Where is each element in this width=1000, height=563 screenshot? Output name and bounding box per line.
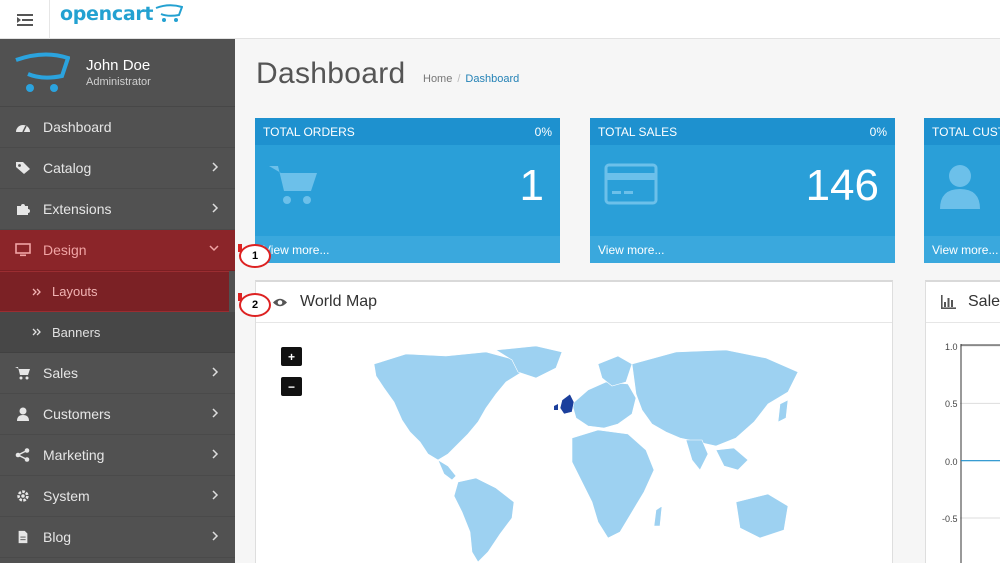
sidebar-item-label: Dashboard	[43, 119, 112, 135]
sidebar-item-dashboard[interactable]: Dashboard	[0, 107, 235, 148]
profile-name: John Doe	[86, 57, 151, 74]
sidebar-item-marketing[interactable]: Marketing	[0, 435, 235, 476]
sidebar-item-label: Sales	[43, 365, 79, 381]
tile-view-more-link[interactable]: View more...	[255, 236, 560, 263]
annotation-marker-1: 1	[239, 244, 271, 268]
chevron-right-icon	[212, 490, 219, 500]
tile-view-more-link[interactable]: View more...	[924, 236, 1000, 263]
annotation-marker-2: 2	[239, 293, 271, 317]
panel-title: Sale	[968, 293, 1000, 310]
tile-percent: 0%	[534, 124, 552, 139]
monitor-icon	[14, 242, 32, 258]
logo-cart-icon	[155, 4, 184, 22]
menu-toggle-icon	[16, 13, 33, 26]
world-map[interactable]	[336, 342, 816, 563]
cart-icon	[269, 166, 317, 204]
y-tick-label: 0.5	[945, 399, 958, 409]
sidebar-item-sales[interactable]: Sales	[0, 353, 235, 394]
panel-header: World Map	[256, 282, 892, 323]
sidebar-item-blog[interactable]: Blog	[0, 517, 235, 558]
cart-icon	[14, 365, 32, 381]
sidebar-subitem-banners[interactable]: Banners	[0, 312, 235, 353]
avatar	[15, 52, 70, 92]
tile-value: 1	[519, 161, 544, 210]
chevron-right-icon	[212, 162, 219, 172]
tile-total-customers: TOTAL CUST View more...	[924, 118, 1000, 263]
map-highlight-uk[interactable]	[559, 393, 575, 415]
sidebar-subitem-layouts[interactable]: Layouts	[0, 271, 229, 312]
top-header: opencart	[0, 0, 1000, 39]
y-axis	[960, 344, 1000, 563]
breadcrumb: Home / Dashboard	[423, 73, 519, 85]
profile-role: Administrator	[86, 76, 151, 88]
sidebar-item-label: Marketing	[43, 447, 105, 463]
y-tick-label: 0.0	[945, 457, 958, 467]
sidebar-subitem-label: Banners	[52, 324, 101, 340]
double-chevron-icon	[32, 328, 41, 336]
user-icon	[14, 406, 32, 422]
world-map-panel: World Map + −	[255, 280, 893, 563]
menu-toggle-button[interactable]	[0, 0, 50, 39]
chevron-right-icon	[212, 408, 219, 418]
sidebar-subitem-label: Layouts	[52, 284, 98, 299]
chevron-right-icon	[212, 531, 219, 541]
gear-icon	[14, 488, 32, 504]
sidebar-item-system[interactable]: System	[0, 476, 235, 517]
sidebar-item-label: Extensions	[43, 201, 112, 217]
sales-chart	[960, 344, 1000, 563]
tile-header: TOTAL CUST	[924, 118, 1000, 145]
tile-view-more-link[interactable]: View more...	[590, 236, 895, 263]
y-tick-label: -0.5	[942, 514, 958, 524]
panel-header: Sale	[926, 282, 1000, 323]
tile-header: TOTAL SALES 0%	[590, 118, 895, 145]
panel-title: World Map	[300, 293, 378, 310]
main-content: Dashboard Home / Dashboard TOTAL ORDERS 0%…	[235, 39, 1000, 563]
bar-chart-icon	[941, 295, 956, 309]
share-icon	[14, 447, 32, 463]
breadcrumb-separator: /	[457, 73, 461, 85]
breadcrumb-home[interactable]: Home	[423, 73, 452, 85]
y-tick-label: 1.0	[945, 342, 958, 352]
sales-panel: Sale 1.0 0.5 0.0 -0.5	[925, 280, 1000, 563]
tile-header: TOTAL ORDERS 0%	[255, 118, 560, 145]
sidebar-item-label: System	[43, 488, 90, 504]
credit-card-icon	[604, 163, 658, 205]
dashboard-icon	[14, 119, 32, 135]
sidebar-item-customers[interactable]: Customers	[0, 394, 235, 435]
user-icon	[940, 165, 980, 209]
tile-title: TOTAL CUST	[932, 124, 1000, 139]
tags-icon	[14, 160, 32, 176]
chevron-right-icon	[212, 367, 219, 377]
sidebar-item-label: Catalog	[43, 160, 92, 176]
tile-title: TOTAL SALES	[598, 124, 678, 139]
chevron-right-icon	[212, 203, 219, 213]
logo-text: opencart	[60, 3, 154, 25]
sidebar-item-catalog[interactable]: Catalog	[0, 148, 235, 189]
tile-title: TOTAL ORDERS	[263, 124, 355, 139]
sidebar-item-extensions[interactable]: Extensions	[0, 189, 235, 230]
sidebar-item-design[interactable]: Design	[0, 230, 235, 271]
document-icon	[14, 529, 32, 545]
tile-percent: 0%	[869, 124, 887, 139]
double-chevron-icon	[32, 288, 41, 295]
user-profile[interactable]: John Doe Administrator	[0, 39, 235, 107]
tile-value: 146	[805, 161, 879, 210]
chevron-down-icon	[209, 245, 219, 252]
chevron-right-icon	[212, 449, 219, 459]
tile-total-sales: TOTAL SALES 0% 146 View more...	[590, 118, 895, 263]
eye-icon	[273, 298, 287, 306]
map-zoom-out-button[interactable]: −	[281, 377, 302, 396]
tile-total-orders: TOTAL ORDERS 0% 1 View more...	[255, 118, 560, 263]
map-zoom-in-button[interactable]: +	[281, 347, 302, 366]
opencart-logo[interactable]: opencart	[60, 3, 184, 25]
sidebar-item-label: Blog	[43, 529, 72, 545]
sidebar-item-label: Design	[43, 242, 87, 258]
page-title: Dashboard	[256, 57, 406, 90]
puzzle-icon	[14, 201, 32, 217]
sidebar-item-label: Customers	[43, 406, 111, 422]
sidebar: John Doe Administrator Dashboard Catalog…	[0, 39, 235, 563]
breadcrumb-current[interactable]: Dashboard	[465, 73, 519, 85]
